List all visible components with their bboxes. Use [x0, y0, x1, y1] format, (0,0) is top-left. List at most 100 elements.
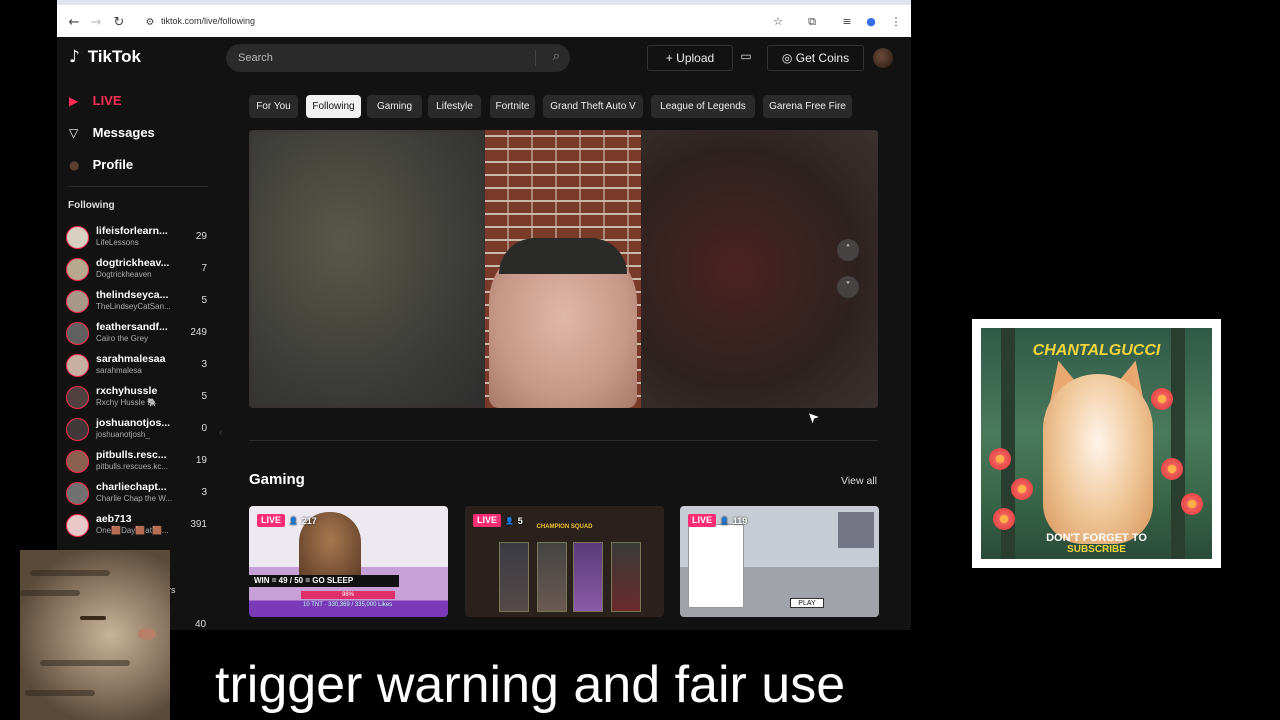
chip-league-of-legends[interactable]: League of Legends — [651, 95, 755, 118]
live-thumbnail[interactable]: LIVE 👤 5 CHAMPION SQUAD — [465, 506, 664, 617]
following-item[interactable]: aeb713 One🟫Day🟫at🟫... 391 — [66, 512, 211, 540]
fur-stripe — [40, 660, 130, 666]
search-divider — [535, 50, 536, 66]
viewer-count: 19 — [195, 455, 207, 466]
url-text[interactable]: tiktok.com/live/following — [161, 16, 255, 26]
viewer-count: 5 — [201, 295, 207, 306]
following-item[interactable]: thelindseyca... TheLindseyCatSan... 5 — [66, 288, 211, 316]
following-username: thelindseyca... — [96, 289, 169, 301]
live-thumbnail[interactable]: LIVE 👤 217 WIN = 49 / 50 = GO SLEEP 98% … — [249, 506, 448, 617]
following-display-name: Dogtrickheaven — [96, 270, 152, 279]
following-item[interactable]: charliechapt... Charlie Chap the W... 3 — [66, 480, 211, 508]
following-display-name: Charlie Chap the W... — [96, 494, 173, 503]
following-username: dogtrickheav... — [96, 257, 170, 269]
collapse-sidebar-icon[interactable]: ‹ — [219, 427, 223, 441]
fur-stripe — [30, 570, 110, 576]
sidebar-item-profile[interactable]: ● Profile — [69, 154, 133, 176]
fur-stripe — [20, 590, 80, 596]
chip-garena-free-fire[interactable]: Garena Free Fire — [763, 95, 852, 118]
viewer-count: 0 — [201, 423, 207, 434]
profile-avatar-icon: ● — [69, 158, 80, 172]
viewer-count: 3 — [201, 487, 207, 498]
following-username: sarahmalesaa — [96, 353, 166, 365]
chip-gaming[interactable]: Gaming — [367, 95, 422, 118]
obscured-sidebar-count: 40 — [195, 619, 207, 630]
inbox-icon[interactable]: ▭ — [738, 49, 754, 65]
forward-icon[interactable]: → — [87, 14, 105, 32]
live-thumbnail[interactable]: LIVE 👤 119 PLAY — [680, 506, 879, 617]
viewer-count: 5 — [201, 391, 207, 402]
back-icon[interactable]: ← — [65, 14, 83, 32]
following-username: pitbulls.resc... — [96, 449, 167, 461]
chip-for-you[interactable]: For You — [249, 95, 298, 118]
following-username: charliechapt... — [96, 481, 167, 493]
following-item[interactable]: pitbulls.resc... pitbulls.rescues.kc... 19 — [66, 448, 211, 476]
avatar — [66, 386, 89, 409]
media-control-icon[interactable]: ≡ — [839, 14, 855, 30]
blurred-background-right — [641, 130, 878, 408]
profile-icon[interactable]: ● — [863, 14, 879, 30]
cat-nose — [138, 628, 156, 640]
browser-window: ← → ↻ ⚙ tiktok.com/live/following ☆ ⧉ ≡ … — [57, 0, 911, 630]
chip-grand-theft-auto-v[interactable]: Grand Theft Auto V — [543, 95, 643, 118]
get-coins-label: Get Coins — [795, 51, 850, 65]
following-username: feathersandf... — [96, 321, 168, 333]
site-info-icon[interactable]: ⚙ — [141, 14, 159, 32]
sidebar-item-messages[interactable]: ▽ Messages — [69, 122, 155, 144]
search-icon[interactable]: ⌕ — [553, 49, 560, 64]
live-icon: ▶ — [69, 94, 79, 108]
following-display-name: LifeLessons — [96, 238, 139, 247]
cat-artwork: CHANTALGUCCI DON'T FORGET TO SUBSCRIBE — [981, 328, 1212, 559]
search-input[interactable]: Search — [238, 52, 273, 64]
chip-following[interactable]: Following — [306, 95, 361, 118]
avatar — [66, 258, 89, 281]
following-item[interactable]: feathersandf... Cairo the Grey 249 — [66, 320, 211, 348]
browser-toolbar: ← → ↻ ⚙ tiktok.com/live/following ☆ ⧉ ≡ … — [57, 0, 911, 37]
following-item[interactable]: joshuanotjos... joshuanotjosh_ 0 — [66, 416, 211, 444]
search-box[interactable]: Search ⌕ — [226, 44, 570, 72]
sidebar-item-label: Messages — [92, 125, 155, 140]
cat-illustration — [1043, 374, 1153, 544]
live-video — [485, 130, 641, 408]
chip-fortnite[interactable]: Fortnite — [490, 95, 535, 118]
following-item[interactable]: dogtrickheav... Dogtrickheaven 7 — [66, 256, 211, 284]
live-player[interactable]: ˄ ˅ — [249, 130, 878, 408]
following-username: lifeisforlearn... — [96, 225, 168, 237]
following-display-name: TheLindseyCatSan... — [96, 302, 171, 311]
extensions-icon[interactable]: ⧉ — [804, 14, 820, 30]
reload-icon[interactable]: ↻ — [110, 14, 128, 32]
gaming-section-title: Gaming — [249, 471, 305, 488]
following-item[interactable]: rxchyhussle Rxchy Hussle 🐘 5 — [66, 384, 211, 412]
menu-icon[interactable]: ⋮ — [888, 14, 904, 30]
main-content: For You Following Gaming Lifestyle Fortnite G… — [227, 79, 911, 630]
get-coins-button[interactable]: ◎ Get Coins — [767, 45, 864, 71]
chevron-down-icon[interactable]: ˅ — [837, 276, 859, 298]
sidebar-item-label: Profile — [92, 157, 134, 172]
following-username: aeb713 — [96, 513, 132, 525]
view-all-link[interactable]: View all — [841, 475, 877, 487]
bookmark-star-icon[interactable]: ☆ — [770, 14, 786, 30]
game-title: CHAMPION SQUAD — [536, 524, 593, 530]
user-avatar[interactable] — [873, 48, 893, 68]
tiktok-logo[interactable]: ♪ TikTok — [69, 47, 141, 67]
avatar — [66, 354, 89, 377]
upload-label: Upload — [676, 51, 715, 65]
upload-button[interactable]: + Upload — [647, 45, 733, 71]
following-item[interactable]: sarahmalesaa sarahmalesa 3 — [66, 352, 211, 380]
viewer-count: 3 — [201, 359, 207, 370]
game-card — [537, 542, 567, 612]
sidebar-item-live[interactable]: ▶ LIVE — [69, 90, 122, 112]
poster-reminder-text: DON'T FORGET TO — [1046, 532, 1147, 544]
viewer-count: 7 — [201, 263, 207, 274]
following-item[interactable]: lifeisforlearn... LifeLessons 29 — [66, 224, 211, 252]
cat-poster: CHANTALGUCCI DON'T FORGET TO SUBSCRIBE — [972, 319, 1221, 568]
chevron-up-icon[interactable]: ˄ — [837, 239, 859, 261]
avatar — [66, 418, 89, 441]
following-display-name: joshuanotjosh_ — [96, 430, 150, 439]
chip-lifestyle[interactable]: Lifestyle — [428, 95, 481, 118]
caption-text: trigger warning and fair use — [215, 656, 846, 714]
sidebar: ▶ LIVE ▽ Messages ● Profile Following li… — [57, 79, 222, 630]
sidebar-item-label: LIVE — [92, 93, 122, 108]
likes-goal: 10 TNT · 330,369 / 335,000 Likes — [303, 602, 393, 608]
following-display-name: Rxchy Hussle 🐘 — [96, 398, 158, 407]
